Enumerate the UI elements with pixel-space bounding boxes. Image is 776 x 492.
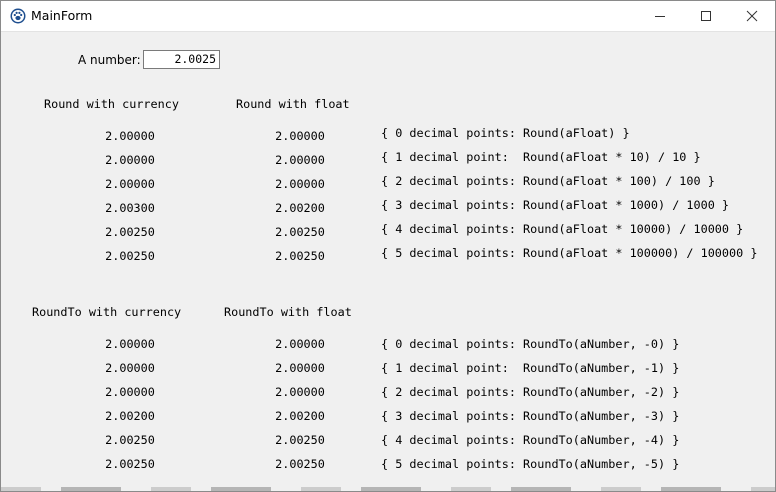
window-title: MainForm (31, 8, 93, 23)
round-comment: { 2 decimal points: Round(aFloat * 100) … (381, 174, 715, 188)
round-float-value: 2.00200 (275, 201, 325, 215)
roundto-comment: { 1 decimal point: RoundTo(aNumber, -1) … (381, 361, 680, 375)
bottom-edge (1, 487, 775, 491)
round-currency-value: 2.00000 (105, 177, 155, 191)
close-icon (746, 10, 758, 22)
roundto-float-value: 2.00200 (275, 409, 325, 423)
round-currency-value: 2.00250 (105, 225, 155, 239)
round-comment: { 4 decimal points: Round(aFloat * 10000… (381, 222, 744, 236)
roundto-float-value: 2.00250 (275, 433, 325, 447)
roundto-comment: { 0 decimal points: RoundTo(aNumber, -0)… (381, 337, 680, 351)
round-float-value: 2.00000 (275, 177, 325, 191)
roundto-comment: { 2 decimal points: RoundTo(aNumber, -2)… (381, 385, 680, 399)
roundto-currency-value: 2.00250 (105, 433, 155, 447)
roundto-currency-header: RoundTo with currency (32, 305, 182, 319)
round-currency-value: 2.00000 (105, 129, 155, 143)
round-comment: { 1 decimal point: Round(aFloat * 10) / … (381, 150, 701, 164)
round-comment: { 3 decimal points: Round(aFloat * 1000)… (381, 198, 730, 212)
roundto-float-value: 2.00250 (275, 457, 325, 471)
roundto-currency-value: 2.00000 (105, 337, 155, 351)
round-float-header: Round with float (236, 97, 350, 111)
round-currency-value: 2.00300 (105, 201, 155, 215)
minimize-icon (655, 16, 665, 17)
round-comment: { 0 decimal points: Round(aFloat) } (381, 126, 630, 140)
maximize-icon (701, 11, 711, 21)
roundto-float-value: 2.00000 (275, 337, 325, 351)
minimize-button[interactable] (637, 1, 683, 31)
round-currency-header: Round with currency (44, 97, 179, 111)
round-float-value: 2.00000 (275, 129, 325, 143)
roundto-currency-value: 2.00200 (105, 409, 155, 423)
maximize-button[interactable] (683, 1, 729, 31)
roundto-currency-value: 2.00250 (105, 457, 155, 471)
main-window: MainForm A number: 2.0025 Round with cur… (0, 0, 776, 492)
roundto-float-value: 2.00000 (275, 361, 325, 375)
roundto-comment: { 3 decimal points: RoundTo(aNumber, -3)… (381, 409, 680, 423)
roundto-float-header: RoundTo with float (224, 305, 352, 319)
round-float-value: 2.00250 (275, 225, 325, 239)
paw-icon[interactable] (10, 8, 26, 24)
round-float-value: 2.00250 (275, 249, 325, 263)
roundto-currency-value: 2.00000 (105, 385, 155, 399)
round-currency-value: 2.00000 (105, 153, 155, 167)
number-input[interactable]: 2.0025 (143, 50, 220, 69)
roundto-comment: { 5 decimal points: RoundTo(aNumber, -5)… (381, 457, 680, 471)
roundto-currency-value: 2.00000 (105, 361, 155, 375)
roundto-comment: { 4 decimal points: RoundTo(aNumber, -4)… (381, 433, 680, 447)
roundto-float-value: 2.00000 (275, 385, 325, 399)
number-label: A number: (78, 53, 141, 67)
round-comment: { 5 decimal points: Round(aFloat * 10000… (381, 246, 758, 260)
round-float-value: 2.00000 (275, 153, 325, 167)
close-button[interactable] (729, 1, 775, 31)
round-currency-value: 2.00250 (105, 249, 155, 263)
title-bar[interactable]: MainForm (1, 1, 775, 32)
